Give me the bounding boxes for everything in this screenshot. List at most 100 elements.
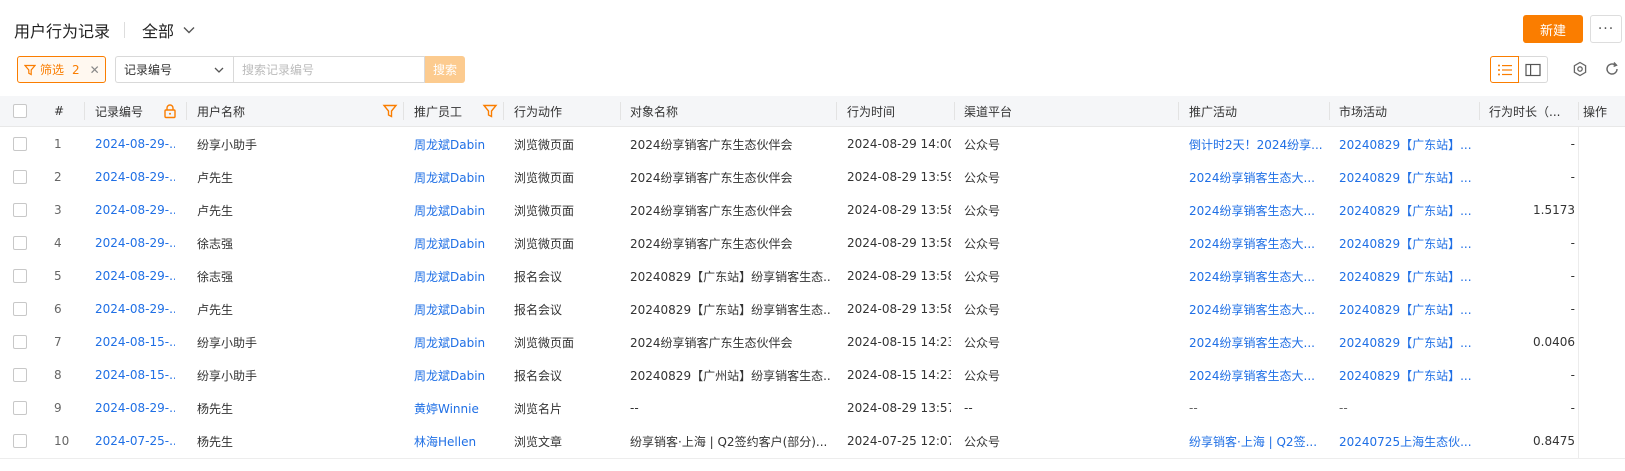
table-row[interactable]: 6 2024-08-29-... 卢先生 周龙斌Dabin 报名会议 20240… xyxy=(0,292,1625,327)
row-channel: 公众号 xyxy=(964,368,1001,383)
column-object[interactable]: 对象名称 xyxy=(630,96,810,126)
new-button[interactable]: 新建 xyxy=(1523,15,1583,43)
row-market[interactable]: 20240829【广东站】... xyxy=(1339,325,1475,359)
refresh-icon[interactable] xyxy=(1603,60,1621,78)
list-view-button[interactable] xyxy=(1490,56,1519,83)
row-campaign[interactable]: 2024纷享销客生态大... xyxy=(1189,325,1325,359)
row-record-no[interactable]: 2024-08-29-... xyxy=(95,160,175,194)
row-employee[interactable]: 周龙斌Dabin xyxy=(414,160,500,194)
table-row[interactable]: 10 2024-07-25-... 杨先生 林海Hellen 浏览文章 纷享销客… xyxy=(0,424,1625,459)
column-employee[interactable]: 推广员工 xyxy=(414,96,484,126)
column-time[interactable]: 行为时间 xyxy=(847,96,947,126)
table-row[interactable]: 8 2024-08-15-... 纷享小助手 周龙斌Dabin 报名会议 202… xyxy=(0,358,1625,393)
row-record-no[interactable]: 2024-08-29-... xyxy=(95,193,175,227)
search-button[interactable]: 搜索 xyxy=(425,56,465,83)
row-record-no[interactable]: 2024-08-29-... xyxy=(95,292,175,326)
select-all-cell xyxy=(13,96,33,126)
view-toggle xyxy=(1490,56,1548,83)
search-field-select[interactable]: 记录编号 xyxy=(115,56,233,83)
row-checkbox[interactable] xyxy=(13,137,27,151)
row-time: 2024-08-29 13:58 xyxy=(847,236,951,250)
row-action: 浏览微页面 xyxy=(514,236,575,251)
column-separator xyxy=(84,102,85,120)
row-record-no[interactable]: 2024-07-25-... xyxy=(95,424,175,458)
row-checkbox[interactable] xyxy=(13,434,27,448)
row-employee[interactable]: 周龙斌Dabin xyxy=(414,358,500,392)
row-record-no[interactable]: 2024-08-15-... xyxy=(95,325,175,359)
row-checkbox[interactable] xyxy=(13,335,27,349)
row-market[interactable]: 20240829【广东站】... xyxy=(1339,127,1475,161)
more-button[interactable]: ··· xyxy=(1590,15,1622,43)
column-action[interactable]: 行为动作 xyxy=(514,96,604,126)
column-campaign[interactable]: 推广活动 xyxy=(1189,96,1309,126)
row-market[interactable]: 20240725上海生态伙... xyxy=(1339,424,1475,458)
row-campaign[interactable]: 2024纷享销客生态大... xyxy=(1189,292,1325,326)
table-row[interactable]: 3 2024-08-29-... 卢先生 周龙斌Dabin 浏览微页面 2024… xyxy=(0,193,1625,228)
row-checkbox[interactable] xyxy=(13,302,27,316)
column-market[interactable]: 市场活动 xyxy=(1339,96,1469,126)
row-record-no[interactable]: 2024-08-29-... xyxy=(95,226,175,260)
filter-active-icon[interactable] xyxy=(482,103,498,119)
column-separator xyxy=(1178,102,1179,120)
row-record-no[interactable]: 2024-08-15-... xyxy=(95,358,175,392)
split-view-button[interactable] xyxy=(1519,56,1548,83)
top-bar: 用户行为记录 全部 新建 ··· xyxy=(0,0,1625,56)
settings-icon[interactable] xyxy=(1571,60,1589,78)
row-channel: -- xyxy=(964,401,973,415)
row-market[interactable]: 20240829【广东站】... xyxy=(1339,193,1475,227)
table-row[interactable]: 4 2024-08-29-... 徐志强 周龙斌Dabin 浏览微页面 2024… xyxy=(0,226,1625,261)
row-employee[interactable]: 黄婷Winnie xyxy=(414,391,500,425)
clear-filter-icon[interactable]: ✕ xyxy=(90,63,100,77)
row-employee[interactable]: 周龙斌Dabin xyxy=(414,226,500,260)
row-market[interactable]: -- xyxy=(1339,391,1475,425)
row-index: 7 xyxy=(54,335,62,349)
row-checkbox[interactable] xyxy=(13,368,27,382)
row-channel: 公众号 xyxy=(964,137,1001,152)
row-checkbox[interactable] xyxy=(13,236,27,250)
row-campaign[interactable]: -- xyxy=(1189,391,1325,425)
row-checkbox[interactable] xyxy=(13,269,27,283)
row-employee[interactable]: 周龙斌Dabin xyxy=(414,193,500,227)
row-campaign[interactable]: 2024纷享销客生态大... xyxy=(1189,160,1325,194)
row-employee[interactable]: 周龙斌Dabin xyxy=(414,325,500,359)
table-row[interactable]: 2 2024-08-29-... 卢先生 周龙斌Dabin 浏览微页面 2024… xyxy=(0,160,1625,195)
row-campaign[interactable]: 2024纷享销客生态大... xyxy=(1189,358,1325,392)
search-input[interactable] xyxy=(233,56,425,83)
row-employee[interactable]: 林海Hellen xyxy=(414,424,500,458)
row-campaign[interactable]: 倒计时2天！2024纷享... xyxy=(1189,127,1325,161)
select-all-checkbox[interactable] xyxy=(13,104,27,118)
row-record-no[interactable]: 2024-08-29-... xyxy=(95,127,175,161)
column-user-name[interactable]: 用户名称 xyxy=(197,96,287,126)
row-market[interactable]: 20240829【广东站】... xyxy=(1339,259,1475,293)
column-duration[interactable]: 行为时长（... xyxy=(1489,96,1573,126)
filter-chip[interactable]: 筛选 2 ✕ xyxy=(17,56,106,83)
row-campaign[interactable]: 2024纷享销客生态大... xyxy=(1189,226,1325,260)
row-campaign[interactable]: 纷享销客·上海 | Q2签... xyxy=(1189,424,1325,458)
row-record-no[interactable]: 2024-08-29-... xyxy=(95,259,175,293)
row-index: 5 xyxy=(54,269,62,283)
row-campaign[interactable]: 2024纷享销客生态大... xyxy=(1189,193,1325,227)
row-time: 2024-08-29 13:58 xyxy=(847,269,951,283)
row-market[interactable]: 20240829【广东站】... xyxy=(1339,358,1475,392)
row-market[interactable]: 20240829【广东站】... xyxy=(1339,226,1475,260)
row-campaign[interactable]: 2024纷享销客生态大... xyxy=(1189,259,1325,293)
row-employee[interactable]: 周龙斌Dabin xyxy=(414,259,500,293)
row-employee[interactable]: 周龙斌Dabin xyxy=(414,127,500,161)
row-market[interactable]: 20240829【广东站】... xyxy=(1339,160,1475,194)
row-checkbox[interactable] xyxy=(13,401,27,415)
view-selector[interactable]: 全部 xyxy=(142,18,196,42)
row-channel: 公众号 xyxy=(964,170,1001,185)
table-row[interactable]: 7 2024-08-15-... 纷享小助手 周龙斌Dabin 浏览微页面 20… xyxy=(0,325,1625,360)
row-action: 报名会议 xyxy=(514,269,563,284)
table-row[interactable]: 1 2024-08-29-... 纷享小助手 周龙斌Dabin 浏览微页面 20… xyxy=(0,127,1625,162)
row-record-no[interactable]: 2024-08-29-... xyxy=(95,391,175,425)
row-checkbox[interactable] xyxy=(13,203,27,217)
column-channel[interactable]: 渠道平台 xyxy=(964,96,1144,126)
column-record-no[interactable]: 记录编号 xyxy=(95,96,165,126)
row-checkbox[interactable] xyxy=(13,170,27,184)
row-market[interactable]: 20240829【广东站】... xyxy=(1339,292,1475,326)
table-row[interactable]: 5 2024-08-29-... 徐志强 周龙斌Dabin 报名会议 20240… xyxy=(0,259,1625,294)
table-row[interactable]: 9 2024-08-29-... 杨先生 黄婷Winnie 浏览名片 -- 20… xyxy=(0,391,1625,426)
filter-active-icon[interactable] xyxy=(382,103,398,119)
row-employee[interactable]: 周龙斌Dabin xyxy=(414,292,500,326)
